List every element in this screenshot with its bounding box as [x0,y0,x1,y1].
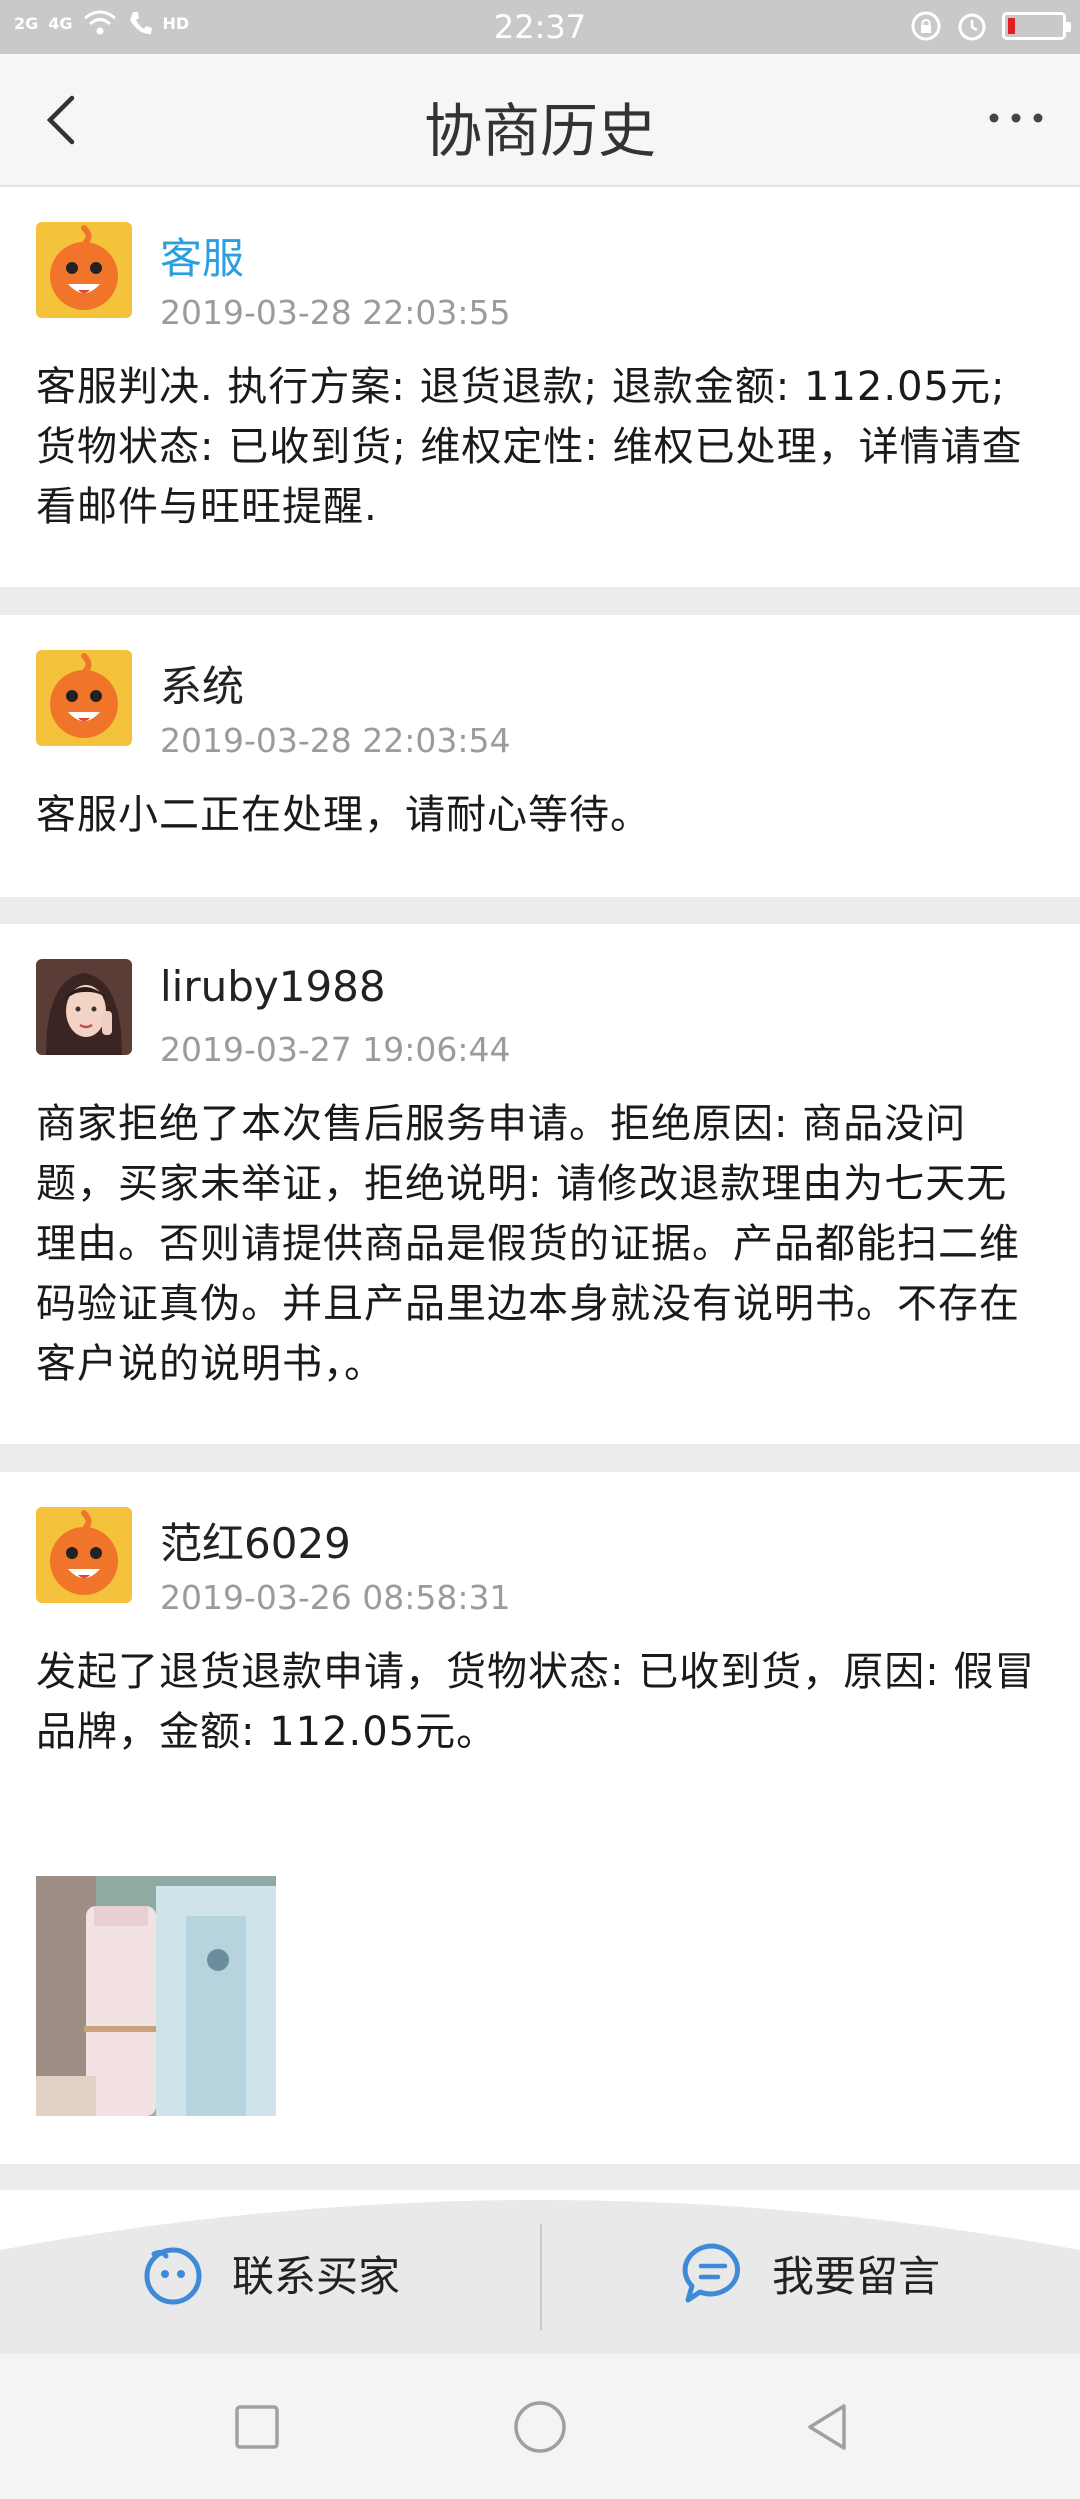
more-icon[interactable] [986,98,1046,138]
mascot-avatar [36,650,132,746]
entry-timestamp: 2019-03-28 22:03:54 [160,721,511,760]
history-entry: 系统 2019-03-28 22:03:54 客服小二正在处理，请耐心等待。 [0,615,1080,897]
contact-buyer-button[interactable]: 联系买家 [140,2240,400,2306]
entry-author: 系统 [160,662,245,711]
entry-message: 客服小二正在处理，请耐心等待。 [36,792,651,838]
mascot-avatar [36,222,132,318]
status-right [910,10,1071,42]
mascot-avatar [36,1507,132,1603]
home-icon[interactable] [512,2399,568,2455]
entry-timestamp: 2019-03-26 08:58:31 [160,1578,511,1617]
system-nav-bar [0,2354,1080,2499]
user-photo-avatar [36,959,132,1055]
chat-robot-icon [144,2247,202,2305]
lock-rotation-icon [911,11,941,41]
entry-message: 客服判决. 执行方案: 退货退款; 退款金额: 112.05元; 货物状态: 已… [36,364,1023,530]
message-bubble-icon [682,2243,740,2303]
entry-author: liruby1988 [160,962,386,1011]
back-nav-icon[interactable] [802,2402,852,2452]
recents-icon[interactable] [232,2402,282,2452]
history-entry: liruby1988 2019-03-27 19:06:44 商家拒绝了本次售后… [0,924,1080,1444]
page-title: 协商历史 [423,97,656,165]
bottom-action-bar: 联系买家 我要留言 [0,2190,1080,2354]
leave-message-button[interactable]: 我要留言 [680,2240,940,2306]
leave-message-label: 我要留言 [772,2251,941,2301]
entry-message: 发起了退货退款申请，货物状态: 已收到货，原因: 假冒品牌，金额: 112.05… [36,1649,1036,1755]
attached-photo[interactable] [36,1876,276,2116]
alarm-icon [958,13,986,41]
entry-message: 商家拒绝了本次售后服务申请。拒绝原因: 商品没问题，买家未举证，拒绝说明: 请修… [36,1101,1020,1387]
entry-author: 客服 [160,234,245,283]
status-bar: 2G 4G HD 22:37 [0,0,1080,54]
history-entry: 客服 2019-03-28 22:03:55 客服判决. 执行方案: 退货退款;… [0,187,1080,587]
contact-buyer-label: 联系买家 [232,2251,401,2301]
action-divider [540,2224,542,2330]
entry-timestamp: 2019-03-27 19:06:44 [160,1030,511,1069]
battery-icon [1002,12,1071,40]
nav-bar: 协商历史 [0,54,1080,186]
entry-timestamp: 2019-03-28 22:03:55 [160,293,511,332]
entry-author: 范红6029 [160,1519,351,1568]
